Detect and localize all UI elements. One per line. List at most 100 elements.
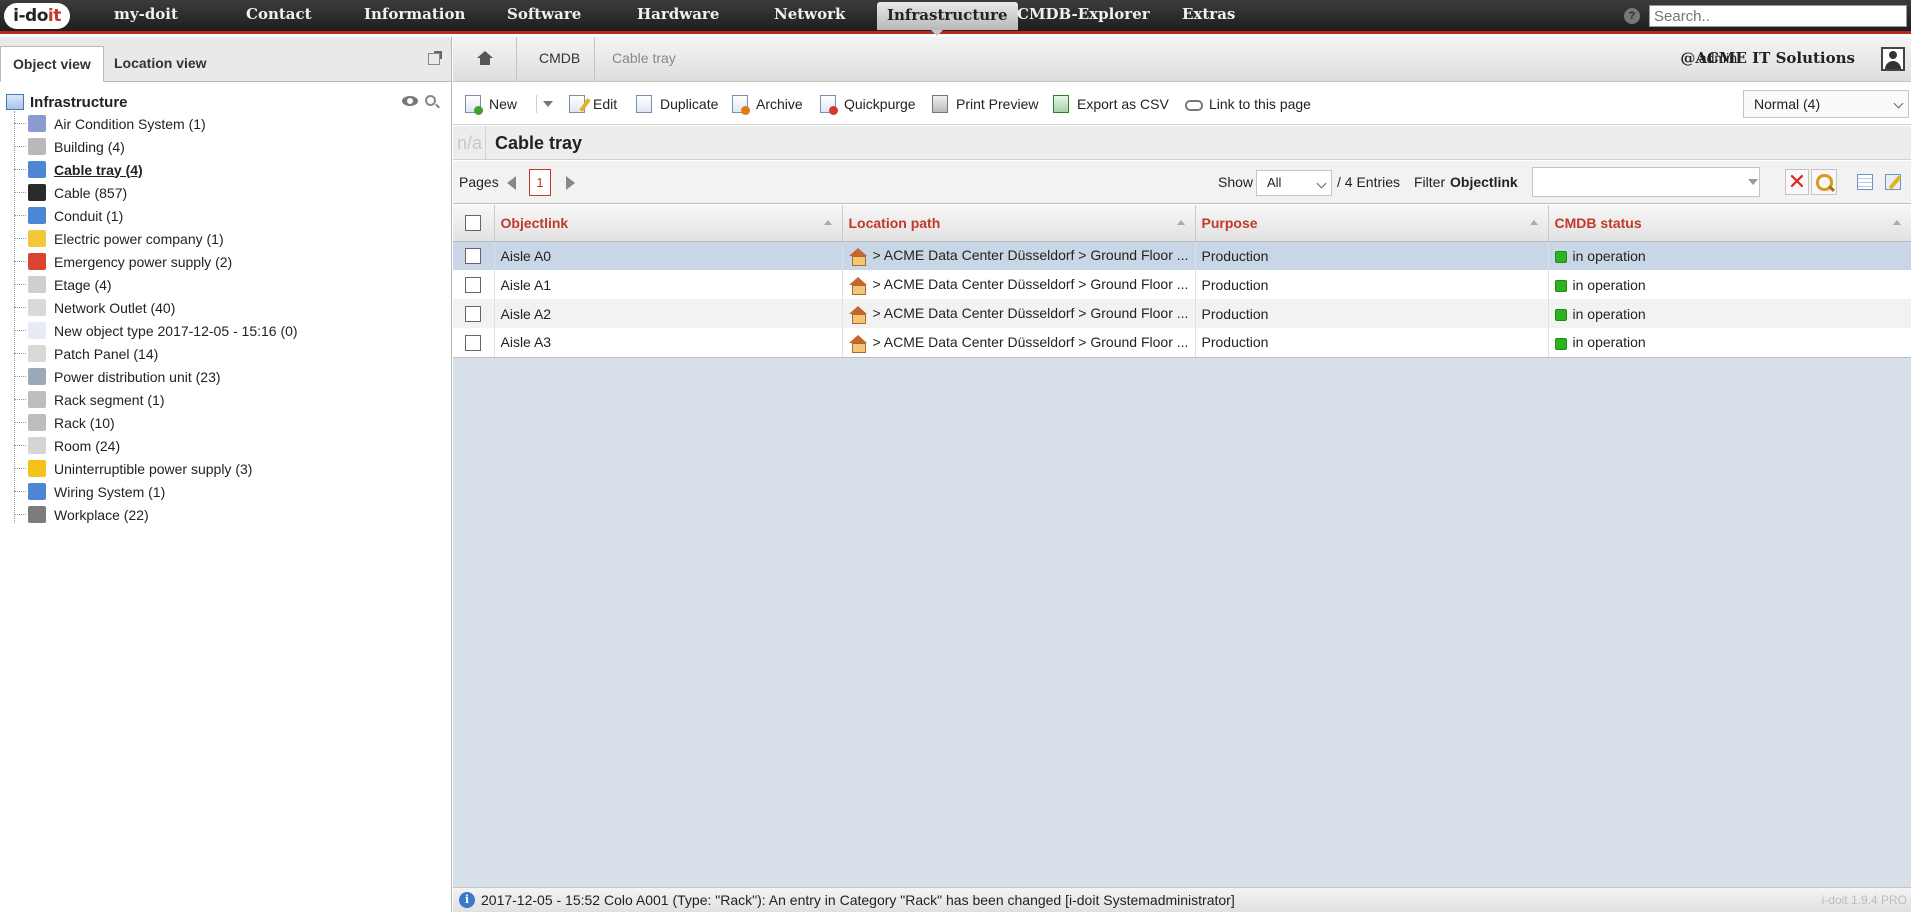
clear-filter-icon[interactable]: ✕: [1785, 169, 1809, 195]
tree-item[interactable]: Rack (10): [14, 411, 115, 434]
tree-item[interactable]: Etage (4): [14, 273, 112, 296]
table-row[interactable]: Aisle A0 > ACME Data Center Düsseldorf > …: [453, 241, 1911, 270]
list-pager-bar: Pages 1 Show All / 4 Entries Filter Obje…: [453, 161, 1911, 204]
tree-item[interactable]: Emergency power supply (2): [14, 250, 232, 273]
status-green-icon: [1554, 279, 1567, 292]
row-checkbox[interactable]: [465, 277, 482, 294]
cmdb-status-cell: in operation: [1548, 299, 1911, 328]
tree-item[interactable]: New object type 2017-12-05 - 15:16 (0): [14, 319, 298, 342]
objectlink-cell[interactable]: Aisle A2: [494, 299, 843, 328]
nav-cmdb-explorer[interactable]: CMDB-Explorer: [1017, 0, 1150, 30]
tree-root[interactable]: Infrastructure: [6, 91, 128, 113]
column-header-purpose[interactable]: Purpose: [1195, 205, 1549, 242]
column-header-objectlink[interactable]: Objectlink: [494, 205, 843, 242]
archive-button[interactable]: Archive: [732, 93, 803, 115]
tree-item[interactable]: Network Outlet (40): [14, 296, 175, 319]
tree-item[interactable]: Wiring System (1): [14, 480, 165, 503]
tree-item[interactable]: Room (24): [14, 434, 120, 457]
list-view-icon[interactable]: [1857, 174, 1873, 190]
tab-object-view[interactable]: Object view: [0, 46, 104, 82]
workplace-icon: [28, 506, 46, 523]
objectlink-cell[interactable]: Aisle A3: [494, 328, 843, 358]
nav-hardware[interactable]: Hardware: [637, 0, 719, 30]
row-checkbox[interactable]: [465, 334, 482, 351]
location-path-cell[interactable]: > ACME Data Center Düsseldorf > Ground F…: [842, 270, 1196, 299]
table-row[interactable]: Aisle A3 > ACME Data Center Düsseldorf > …: [453, 328, 1911, 358]
tree-item[interactable]: Rack segment (1): [14, 388, 164, 411]
eye-icon[interactable]: [402, 96, 418, 106]
chevron-down-icon: [1316, 178, 1327, 189]
home-icon[interactable]: [477, 51, 493, 65]
filter-search-icon[interactable]: [1811, 169, 1837, 195]
previous-page-icon[interactable]: [507, 176, 516, 190]
quickpurge-button[interactable]: Quickpurge: [820, 93, 916, 115]
location-path-cell[interactable]: > ACME Data Center Düsseldorf > Ground F…: [842, 241, 1196, 270]
view-mode-select[interactable]: Normal (4): [1743, 90, 1909, 118]
tree-item[interactable]: Patch Panel (14): [14, 342, 158, 365]
tree-item[interactable]: Uninterruptible power supply (3): [14, 457, 252, 480]
cmdb-status-cell: in operation: [1548, 270, 1911, 299]
tree-item[interactable]: Air Condition System (1): [14, 112, 206, 135]
tree-item[interactable]: Power distribution unit (23): [14, 365, 221, 388]
breadcrumb-cmdb[interactable]: CMDB: [539, 50, 580, 66]
table-row[interactable]: Aisle A1 > ACME Data Center Düsseldorf > …: [453, 270, 1911, 299]
tree-item[interactable]: Building (4): [14, 135, 125, 158]
nav-software[interactable]: Software: [507, 0, 581, 30]
sort-arrow-icon: [1176, 220, 1185, 225]
row-checkbox[interactable]: [465, 306, 482, 323]
nav-contact[interactable]: Contact: [246, 0, 312, 30]
help-icon[interactable]: ?: [1624, 8, 1640, 24]
tree-connector: [14, 215, 26, 216]
filter-dropdown-icon[interactable]: [1748, 179, 1758, 185]
current-page-button[interactable]: 1: [529, 169, 551, 196]
location-path-cell[interactable]: > ACME Data Center Düsseldorf > Ground F…: [842, 328, 1196, 358]
table-row[interactable]: Aisle A2 > ACME Data Center Düsseldorf > …: [453, 299, 1911, 328]
tree-item[interactable]: Workplace (22): [14, 503, 149, 526]
tab-location-view[interactable]: Location view: [102, 46, 219, 82]
column-header-location-path[interactable]: Location path: [842, 205, 1196, 242]
nav-information[interactable]: Information: [364, 0, 465, 30]
avatar-icon[interactable]: [1881, 47, 1905, 71]
new-button[interactable]: New: [465, 93, 517, 115]
next-page-icon[interactable]: [566, 176, 575, 190]
status-green-icon: [1554, 308, 1567, 321]
tree-item[interactable]: Cable (857): [14, 181, 127, 204]
location-path-cell[interactable]: > ACME Data Center Düsseldorf > Ground F…: [842, 299, 1196, 328]
duplicate-button[interactable]: Duplicate: [636, 93, 718, 115]
popout-icon[interactable]: [428, 51, 442, 65]
i-doit-logo[interactable]: i-do it: [4, 3, 70, 29]
objectlink-cell[interactable]: Aisle A1: [494, 270, 843, 299]
list-edit-icon[interactable]: [1885, 174, 1901, 190]
table-header-row: Objectlink Location path Purpose CMDB st…: [453, 205, 1911, 242]
new-dropdown-arrow-icon[interactable]: [541, 93, 555, 115]
nav-network[interactable]: Network: [774, 0, 845, 30]
show-entries-select[interactable]: All: [1256, 170, 1332, 196]
tree-connector: [14, 445, 26, 446]
house-icon: [848, 248, 867, 267]
select-all-checkbox[interactable]: [465, 215, 482, 232]
export-csv-button[interactable]: Export as CSV: [1053, 93, 1169, 115]
row-checkbox[interactable]: [465, 248, 482, 265]
print-preview-button[interactable]: Print Preview: [932, 93, 1038, 115]
tree-item-label: Rack segment (1): [54, 391, 165, 408]
objectlink-cell[interactable]: Aisle A0: [494, 241, 843, 270]
calendar-grid-icon: [6, 94, 24, 110]
column-header-cmdb-status[interactable]: CMDB status: [1548, 205, 1911, 242]
status-message[interactable]: 2017-12-05 - 15:52 Colo A001 (Type: "Rac…: [481, 892, 1235, 908]
link-to-page-button[interactable]: Link to this page: [1185, 93, 1311, 115]
search-input[interactable]: [1649, 5, 1907, 27]
nav-infrastructure[interactable]: Infrastructure: [877, 2, 1018, 30]
filter-input[interactable]: [1532, 167, 1760, 197]
tree-item[interactable]: Conduit (1): [14, 204, 123, 227]
cmdb-status-text: in operation: [1572, 247, 1646, 264]
tree-item[interactable]: Cable tray (4): [14, 158, 143, 181]
edit-button[interactable]: Edit: [569, 93, 617, 115]
tenant-name[interactable]: @ACME IT Solutions: [1680, 49, 1855, 67]
tree-search-icon[interactable]: [425, 95, 436, 106]
tree-connector: [14, 192, 26, 193]
tree-item[interactable]: Electric power company (1): [14, 227, 224, 250]
archive-button-label: Archive: [756, 96, 803, 112]
export-csv-label: Export as CSV: [1077, 96, 1169, 112]
nav-my-doit[interactable]: my-doit: [114, 0, 178, 30]
nav-extras[interactable]: Extras: [1182, 0, 1235, 30]
